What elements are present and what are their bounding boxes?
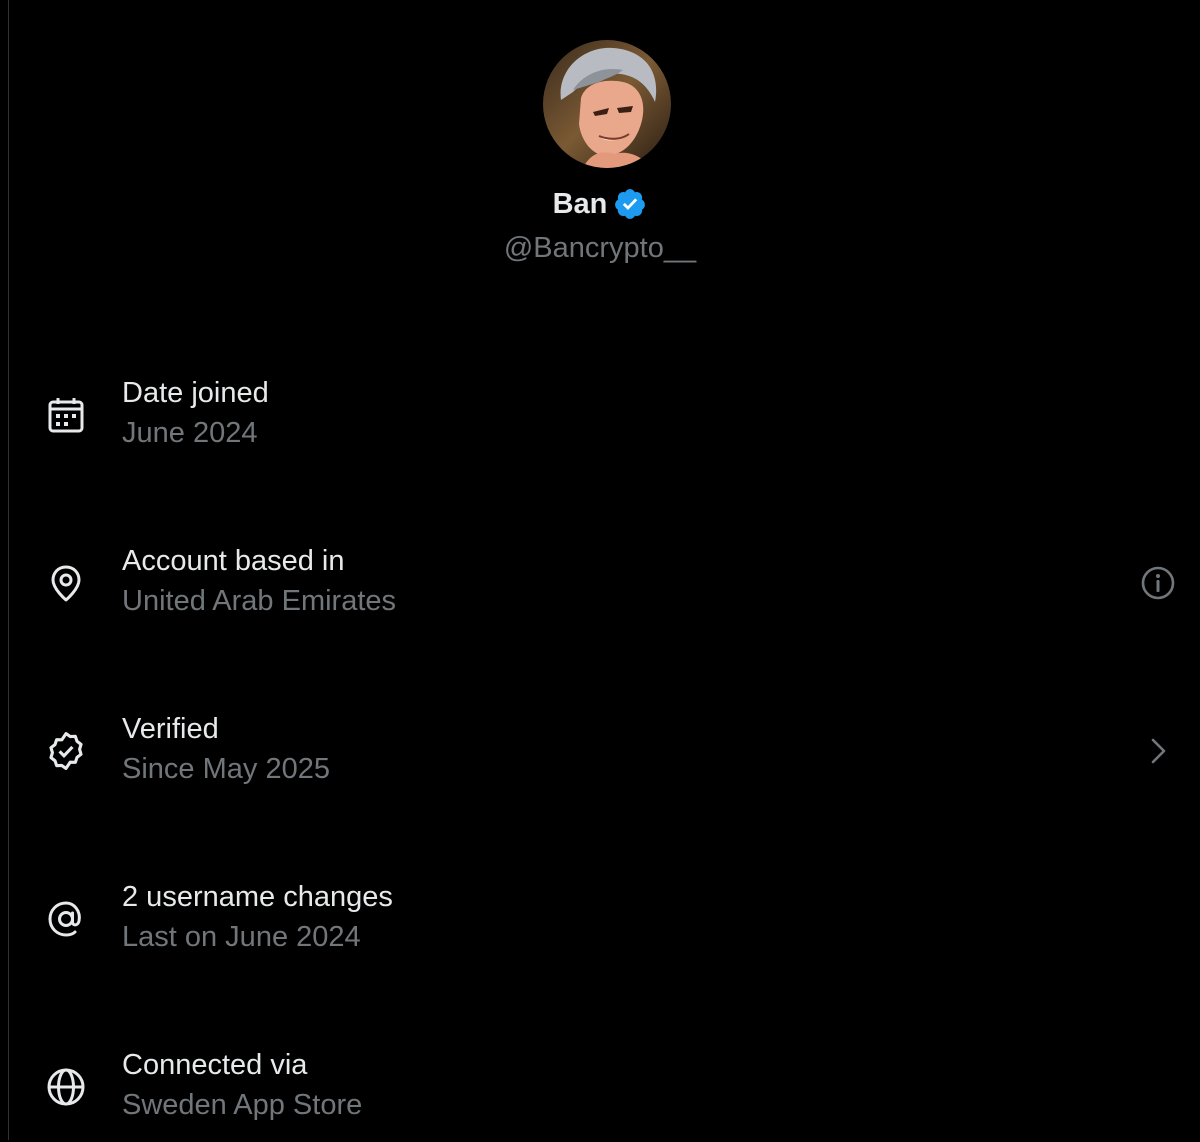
row-subtitle: United Arab Emirates bbox=[122, 585, 397, 617]
row-title: Account based in bbox=[122, 545, 345, 577]
chevron-right-icon[interactable] bbox=[1140, 733, 1176, 769]
at-sign-icon bbox=[44, 897, 88, 941]
info-row-connected-via: Connected via Sweden App Store bbox=[0, 1032, 1200, 1142]
verified-badge-outline-icon bbox=[44, 729, 88, 773]
row-subtitle: Sweden App Store bbox=[122, 1089, 363, 1121]
info-row-account-based-in: Account based in United Arab Emirates bbox=[0, 528, 1200, 638]
avatar[interactable] bbox=[543, 40, 671, 168]
info-row-username-changes: 2 username changes Last on June 2024 bbox=[0, 864, 1200, 974]
row-title: Verified bbox=[122, 713, 219, 745]
verified-badge-icon[interactable] bbox=[613, 187, 647, 221]
calendar-icon bbox=[44, 393, 88, 437]
info-row-verified[interactable]: Verified Since May 2025 bbox=[0, 696, 1200, 806]
row-title: Connected via bbox=[122, 1049, 308, 1081]
row-subtitle: Last on June 2024 bbox=[122, 921, 361, 953]
info-row-date-joined: Date joined June 2024 bbox=[0, 360, 1200, 470]
row-title: Date joined bbox=[122, 377, 269, 409]
row-title: 2 username changes bbox=[122, 881, 393, 913]
display-name[interactable]: Ban bbox=[553, 186, 608, 222]
name-row: Ban bbox=[0, 186, 1200, 222]
globe-icon bbox=[44, 1065, 88, 1109]
handle: @Bancrypto__ bbox=[503, 232, 697, 264]
row-subtitle: June 2024 bbox=[122, 417, 258, 449]
avatar-image bbox=[543, 40, 671, 168]
info-icon[interactable] bbox=[1140, 565, 1176, 601]
row-subtitle: Since May 2025 bbox=[122, 753, 330, 785]
location-pin-icon bbox=[44, 561, 88, 605]
